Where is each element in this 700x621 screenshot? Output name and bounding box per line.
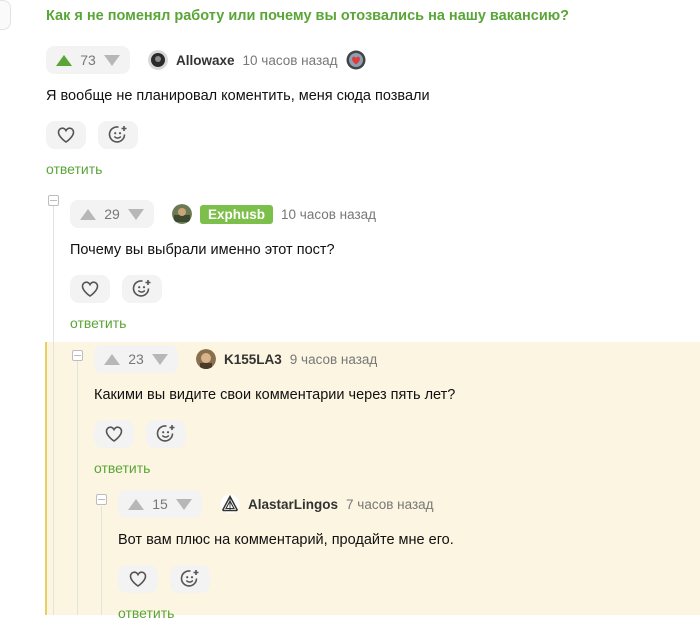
comment-actions xyxy=(118,565,454,593)
like-button[interactable] xyxy=(46,121,86,149)
award-heart-icon xyxy=(346,50,366,70)
comment-header: 23 K155LA3 9 часов назад xyxy=(94,345,455,373)
arrow-down-icon[interactable] xyxy=(128,208,144,220)
collapse-thread-button[interactable] xyxy=(48,195,59,206)
heart-icon xyxy=(57,127,75,143)
collapse-thread-button[interactable] xyxy=(96,494,107,505)
comment-actions xyxy=(46,121,430,149)
reply-link[interactable]: ответить xyxy=(118,605,454,621)
reply-link[interactable]: ответить xyxy=(94,460,455,476)
add-reaction-button[interactable] xyxy=(146,420,186,448)
comment-time: 9 часов назад xyxy=(289,351,378,367)
author-name[interactable]: AlastarLingos xyxy=(248,497,338,512)
author-name[interactable]: Allowaxe xyxy=(176,53,235,68)
thread-line xyxy=(53,206,54,615)
avatar[interactable] xyxy=(148,50,168,70)
heart-icon xyxy=(105,426,123,442)
like-button[interactable] xyxy=(94,420,134,448)
rating-control: 23 xyxy=(94,345,178,373)
add-reaction-button[interactable] xyxy=(170,565,210,593)
add-reaction-button[interactable] xyxy=(122,275,162,303)
arrow-up-icon[interactable] xyxy=(80,208,96,220)
smiley-plus-icon xyxy=(132,280,151,297)
avatar[interactable] xyxy=(220,494,240,514)
rating-value: 29 xyxy=(104,206,120,222)
rating-value: 73 xyxy=(80,52,96,68)
comment-text: Вот вам плюс на комментарий, продайте мн… xyxy=(118,532,454,548)
comment: 15 AlastarLingos 7 часов назад Вот вам п… xyxy=(118,490,454,621)
arrow-down-icon[interactable] xyxy=(152,353,168,365)
avatar[interactable] xyxy=(172,204,192,224)
comment-header: 73 Allowaxe 10 часов назад xyxy=(46,46,430,74)
reply-link[interactable]: ответить xyxy=(46,161,430,177)
rating-value: 15 xyxy=(152,496,168,512)
comment-header: 29 Exphusb 10 часов назад xyxy=(70,200,376,228)
author-name[interactable]: Exphusb xyxy=(200,204,274,224)
smiley-plus-icon xyxy=(180,570,199,587)
add-reaction-button[interactable] xyxy=(98,121,138,149)
arrow-up-icon[interactable] xyxy=(128,498,144,510)
comment-time: 10 часов назад xyxy=(242,52,338,68)
thread-line xyxy=(77,361,78,615)
comment: 73 Allowaxe 10 часов назад Я вообще не п… xyxy=(46,46,430,177)
comment-actions xyxy=(94,420,455,448)
author-name[interactable]: K155LA3 xyxy=(224,352,282,367)
smiley-plus-icon xyxy=(108,126,127,143)
rating-control: 29 xyxy=(70,200,154,228)
thread-line xyxy=(101,506,102,615)
left-panel-edge xyxy=(0,0,11,30)
rating-value: 23 xyxy=(128,351,144,367)
reply-link[interactable]: ответить xyxy=(70,315,376,331)
comment-text: Какими вы видите свои комментарии через … xyxy=(94,387,456,403)
heart-icon xyxy=(129,571,147,587)
avatar[interactable] xyxy=(196,349,216,369)
arrow-down-icon[interactable] xyxy=(176,498,192,510)
post-title[interactable]: Как я не поменял работу или почему вы от… xyxy=(46,8,569,24)
comment-time: 10 часов назад xyxy=(281,206,377,222)
comment-text: Почему вы выбрали именно этот пост? xyxy=(70,242,335,258)
like-button[interactable] xyxy=(70,275,110,303)
collapse-thread-button[interactable] xyxy=(72,350,83,361)
comment-actions xyxy=(70,275,376,303)
arrow-down-icon[interactable] xyxy=(104,54,120,66)
comment: 23 K155LA3 9 часов назад Какими вы видит… xyxy=(94,345,455,476)
rating-control: 15 xyxy=(118,490,202,518)
like-button[interactable] xyxy=(118,565,158,593)
comment-time: 7 часов назад xyxy=(346,496,434,512)
arrow-up-icon[interactable] xyxy=(56,54,72,66)
heart-icon xyxy=(81,281,99,297)
smiley-plus-icon xyxy=(156,425,175,442)
comment: 29 Exphusb 10 часов назад Почему вы выбр… xyxy=(70,200,376,331)
arrow-up-icon[interactable] xyxy=(104,353,120,365)
comment-text: Я вообще не планировал коментить, меня с… xyxy=(46,88,430,104)
rating-control: 73 xyxy=(46,46,130,74)
comment-header: 15 AlastarLingos 7 часов назад xyxy=(118,490,454,518)
